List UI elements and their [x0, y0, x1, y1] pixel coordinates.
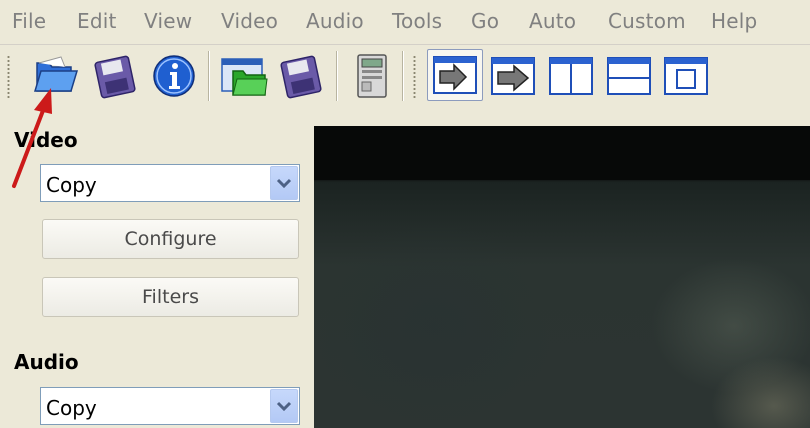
- toolbar-separator: [336, 51, 337, 101]
- menu-video[interactable]: Video: [221, 9, 278, 33]
- toolbar: [0, 45, 810, 107]
- audio-codec-select[interactable]: Copy: [40, 387, 300, 425]
- single-window-icon: [664, 57, 708, 95]
- split-horizontal-icon: [607, 57, 651, 95]
- audio-section-label: Audio: [14, 350, 79, 374]
- configure-button[interactable]: Configure: [42, 219, 299, 259]
- layout-d-button[interactable]: [603, 51, 655, 101]
- info-icon: [153, 55, 195, 97]
- menu-go[interactable]: Go: [471, 9, 499, 33]
- toolbar-separator: [402, 51, 403, 101]
- open-file-button[interactable]: [30, 51, 82, 101]
- window-arrow-right-icon: [491, 57, 535, 95]
- audio-codec-dropdown-button[interactable]: [270, 389, 298, 423]
- chevron-down-icon: [276, 178, 292, 188]
- toolbar-separator: [208, 51, 209, 101]
- menu-bar: File Edit View Video Audio Tools Go Auto…: [0, 0, 810, 45]
- layout-a-button[interactable]: [427, 49, 483, 101]
- layout-c-button[interactable]: [545, 51, 597, 101]
- toolbar-grip[interactable]: [7, 55, 10, 99]
- info-button[interactable]: [148, 51, 200, 101]
- calculator-icon: [357, 54, 387, 98]
- floppy-disk-icon: [94, 55, 136, 99]
- layout-e-button[interactable]: [660, 51, 712, 101]
- green-folder-icon: [221, 58, 268, 96]
- menu-edit[interactable]: Edit: [77, 9, 117, 33]
- save-audio-button[interactable]: [274, 51, 326, 101]
- menu-file[interactable]: File: [12, 9, 46, 33]
- calculator-button[interactable]: [346, 51, 398, 101]
- save-video-button[interactable]: [88, 51, 140, 101]
- open-folder-icon: [33, 56, 79, 92]
- layout-b-button[interactable]: [487, 51, 539, 101]
- filters-button[interactable]: Filters: [42, 277, 299, 317]
- video-codec-value: Copy: [46, 173, 97, 197]
- video-letterbox: [314, 126, 810, 180]
- menu-help[interactable]: Help: [711, 9, 757, 33]
- video-preview: [314, 126, 810, 428]
- video-codec-select[interactable]: Copy: [40, 164, 300, 202]
- floppy-disk-icon: [280, 55, 322, 99]
- menu-custom[interactable]: Custom: [608, 9, 686, 33]
- video-section-label: Video: [14, 128, 78, 152]
- window-arrow-icon: [433, 56, 477, 94]
- menu-auto[interactable]: Auto: [529, 9, 576, 33]
- menu-view[interactable]: View: [144, 9, 192, 33]
- video-codec-dropdown-button[interactable]: [270, 166, 298, 200]
- menu-audio[interactable]: Audio: [306, 9, 364, 33]
- audio-codec-value: Copy: [46, 396, 97, 420]
- split-vertical-icon: [549, 57, 593, 95]
- menu-tools[interactable]: Tools: [392, 9, 442, 33]
- open-audio-button[interactable]: [218, 51, 270, 101]
- toolbar-grip[interactable]: [413, 55, 416, 99]
- chevron-down-icon: [276, 401, 292, 411]
